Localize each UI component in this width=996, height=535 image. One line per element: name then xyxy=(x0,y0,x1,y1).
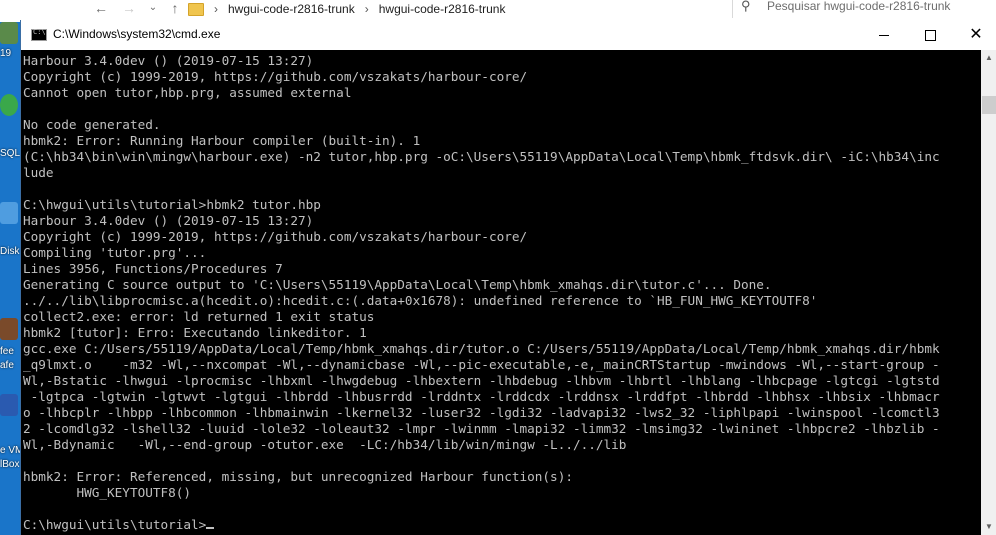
console-line: Copyright (c) 1999-2019, https://github.… xyxy=(23,229,528,244)
desktop-shortcut-icon[interactable] xyxy=(0,318,18,340)
console-line: HWG_KEYTOUTF8() xyxy=(23,485,192,500)
window-title: C:\Windows\system32\cmd.exe xyxy=(53,27,221,41)
scroll-down-arrow-icon[interactable]: ▼ xyxy=(981,519,996,535)
minimize-button[interactable] xyxy=(861,20,907,50)
console-line: Harbour 3.4.0dev () (2019-07-15 13:27) xyxy=(23,213,314,228)
desktop-label: lBox xyxy=(0,459,20,470)
explorer-address-bar: ← → ⌄ ↑ › hwgui-code-r2816-trunk › hwgui… xyxy=(0,0,996,22)
close-icon: ✕ xyxy=(969,26,983,43)
desktop-background: 19 SQL Disk fee afe e VM lBox xyxy=(0,22,20,535)
console-line: (C:\hb34\bin\win\mingw\harbour.exe) -n2 … xyxy=(23,149,940,164)
console-line: -lgtpca -lgtwin -lgtwvt -lgtgui -lhbrdd … xyxy=(23,389,940,404)
console-line: Harbour 3.4.0dev () (2019-07-15 13:27) xyxy=(23,53,314,68)
console-output[interactable]: Harbour 3.4.0dev () (2019-07-15 13:27) C… xyxy=(21,50,981,535)
console-line: lude xyxy=(23,165,54,180)
text-cursor xyxy=(206,527,215,529)
breadcrumb-item[interactable]: hwgui-code-r2816-trunk xyxy=(228,2,355,16)
minimize-icon xyxy=(879,35,889,37)
breadcrumb: › hwgui-code-r2816-trunk › hwgui-code-r2… xyxy=(188,0,505,18)
scrollbar-thumb[interactable] xyxy=(982,96,996,114)
forward-arrow-icon[interactable]: → xyxy=(118,0,140,20)
console-line: C:\hwgui\utils\tutorial> xyxy=(23,517,207,532)
desktop-label: fee xyxy=(0,346,14,357)
maximize-icon xyxy=(924,30,936,42)
up-arrow-icon[interactable]: ↑ xyxy=(164,0,186,20)
desktop-shortcut-icon[interactable] xyxy=(0,22,18,44)
breadcrumb-separator-icon: › xyxy=(214,2,218,16)
maximize-button[interactable] xyxy=(907,20,953,50)
console-line: 2 -lcomdlg32 -lshell32 -luuid -lole32 -l… xyxy=(23,421,940,436)
console-line: C:\hwgui\utils\tutorial>hbmk2 tutor.hbp xyxy=(23,197,321,212)
search-placeholder: Pesquisar hwgui-code-r2816-trunk xyxy=(767,0,951,13)
console-line: gcc.exe C:/Users/55119/AppData/Local/Tem… xyxy=(23,341,940,356)
desktop-shortcut-icon[interactable] xyxy=(0,394,18,416)
cmd-window: C:\Windows\system32\cmd.exe ✕ Harbour 3.… xyxy=(20,20,996,535)
console-line: Compiling 'tutor.prg'... xyxy=(23,245,207,260)
desktop-shortcut-icon[interactable] xyxy=(0,94,18,116)
desktop-shortcut-icon[interactable] xyxy=(0,202,18,224)
desktop-label: Disk xyxy=(0,246,20,257)
console-line: hbmk2: Error: Referenced, missing, but u… xyxy=(23,469,573,484)
breadcrumb-item[interactable]: hwgui-code-r2816-trunk xyxy=(379,2,506,16)
console-line: collect2.exe: error: ld returned 1 exit … xyxy=(23,309,375,324)
console-line: o -lhbcplr -lhbpp -lhbcommon -lhbmainwin… xyxy=(23,405,940,420)
console-line: Wl,-Bdynamic -Wl,--end-group -otutor.exe… xyxy=(23,437,627,452)
back-arrow-icon[interactable]: ← xyxy=(90,0,112,20)
search-input[interactable]: ⚲ Pesquisar hwgui-code-r2816-trunk xyxy=(732,0,996,18)
console-line: Cannot open tutor,hbp.prg, assumed exter… xyxy=(23,85,352,100)
cmd-app-icon[interactable] xyxy=(31,28,47,41)
vertical-scrollbar[interactable]: ▲ ▼ xyxy=(981,50,996,535)
desktop-label: SQL xyxy=(0,148,20,159)
console-text: Harbour 3.4.0dev () (2019-07-15 13:27) C… xyxy=(21,50,981,533)
recent-chevron-down-icon[interactable]: ⌄ xyxy=(142,0,164,20)
console-line: hbmk2: Error: Running Harbour compiler (… xyxy=(23,133,421,148)
console-line: Copyright (c) 1999-2019, https://github.… xyxy=(23,69,528,84)
breadcrumb-separator-icon: › xyxy=(364,2,369,16)
window-titlebar[interactable]: C:\Windows\system32\cmd.exe ✕ xyxy=(21,20,996,50)
scroll-up-arrow-icon[interactable]: ▲ xyxy=(981,50,996,66)
console-line: Wl,-Bstatic -lhwgui -lprocmisc -lhbxml -… xyxy=(23,373,940,388)
search-icon: ⚲ xyxy=(741,0,751,13)
console-line: _q9lmxt.o -m32 -Wl,--nxcompat -Wl,--dyna… xyxy=(23,357,940,372)
console-line: No code generated. xyxy=(23,117,161,132)
console-line: Lines 3956, Functions/Procedures 7 xyxy=(23,261,283,276)
console-line: Generating C source output to 'C:\Users\… xyxy=(23,277,772,292)
console-line: ../../lib\libprocmisc.a(hcedit.o):hcedit… xyxy=(23,293,818,308)
folder-icon xyxy=(188,2,204,16)
console-line: hbmk2 [tutor]: Erro: Executando linkedit… xyxy=(23,325,367,340)
desktop-label: 19 xyxy=(0,48,12,59)
desktop-label: e VM xyxy=(0,445,20,456)
close-button[interactable]: ✕ xyxy=(953,20,996,50)
desktop-label: afe xyxy=(0,360,14,371)
